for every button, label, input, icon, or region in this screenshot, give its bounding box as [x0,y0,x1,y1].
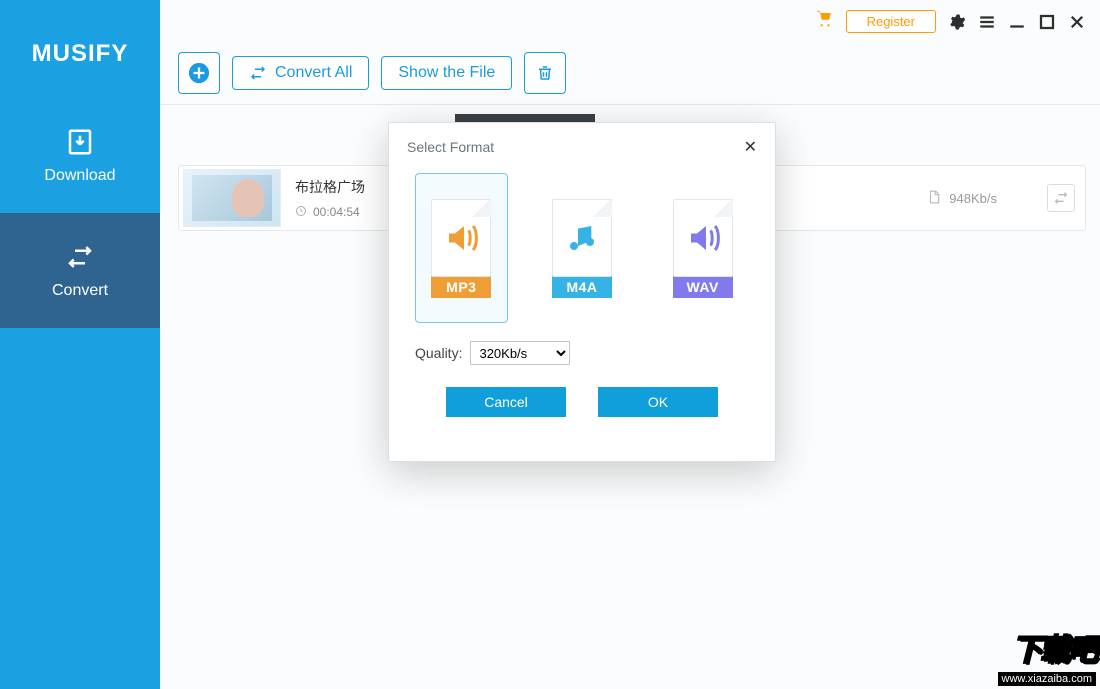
app-logo: MUSIFY [0,0,160,98]
watermark-url: www.xiazaiba.com [998,672,1096,686]
format-option-wav[interactable]: WAV [656,173,749,323]
format-wav-label: WAV [673,276,733,298]
show-file-label: Show the File [398,64,495,82]
speaker-icon [431,199,491,277]
convert-all-button[interactable]: Convert All [232,56,369,90]
clock-icon [295,205,307,220]
file-title: 布拉格广场 [295,177,365,197]
add-button[interactable] [178,52,220,94]
register-button[interactable]: Register [846,10,936,33]
nav-convert[interactable]: Convert [0,213,160,328]
cart-icon[interactable] [814,10,834,33]
format-mp3-label: MP3 [431,276,491,298]
file-icon [927,189,941,208]
nav-download-label: Download [44,167,115,185]
file-duration: 00:04:54 [313,205,360,219]
file-bitrate: 948Kb/s [949,191,997,206]
format-option-m4a[interactable]: M4A [536,173,629,323]
delete-button[interactable] [524,52,566,94]
menu-icon[interactable] [978,13,996,31]
download-icon [65,127,95,157]
quality-label: Quality: [415,345,462,361]
select-format-dialog: Select Format ✕ MP3 M4A WAV Quality: 320… [388,122,776,462]
convert-icon [65,242,95,272]
music-note-icon [552,199,612,277]
format-m4a-label: M4A [552,276,612,298]
gear-icon[interactable] [948,13,966,31]
dialog-close-icon[interactable]: ✕ [744,137,757,157]
nav-download[interactable]: Download [0,98,160,213]
toolbar: Convert All Show the File [178,52,566,94]
repeat-button[interactable] [1047,184,1075,212]
cancel-button[interactable]: Cancel [446,387,566,417]
watermark-text: 下载吧 [998,625,1096,669]
close-icon[interactable] [1068,13,1086,31]
convert-all-label: Convert All [275,64,352,82]
quality-select[interactable]: 320Kb/s [470,341,570,365]
file-thumbnail [183,169,281,227]
nav-convert-label: Convert [52,282,108,300]
ok-button[interactable]: OK [598,387,718,417]
speaker-icon [673,199,733,277]
toolbar-divider [160,104,1100,105]
watermark: 下载吧 www.xiazaiba.com [998,625,1096,687]
sidebar: MUSIFY Download Convert [0,0,160,689]
topbar: Register [814,10,1086,33]
dialog-title: Select Format [407,139,494,155]
format-option-mp3[interactable]: MP3 [415,173,508,323]
minimize-icon[interactable] [1008,13,1026,31]
maximize-icon[interactable] [1038,13,1056,31]
show-file-button[interactable]: Show the File [381,56,512,90]
